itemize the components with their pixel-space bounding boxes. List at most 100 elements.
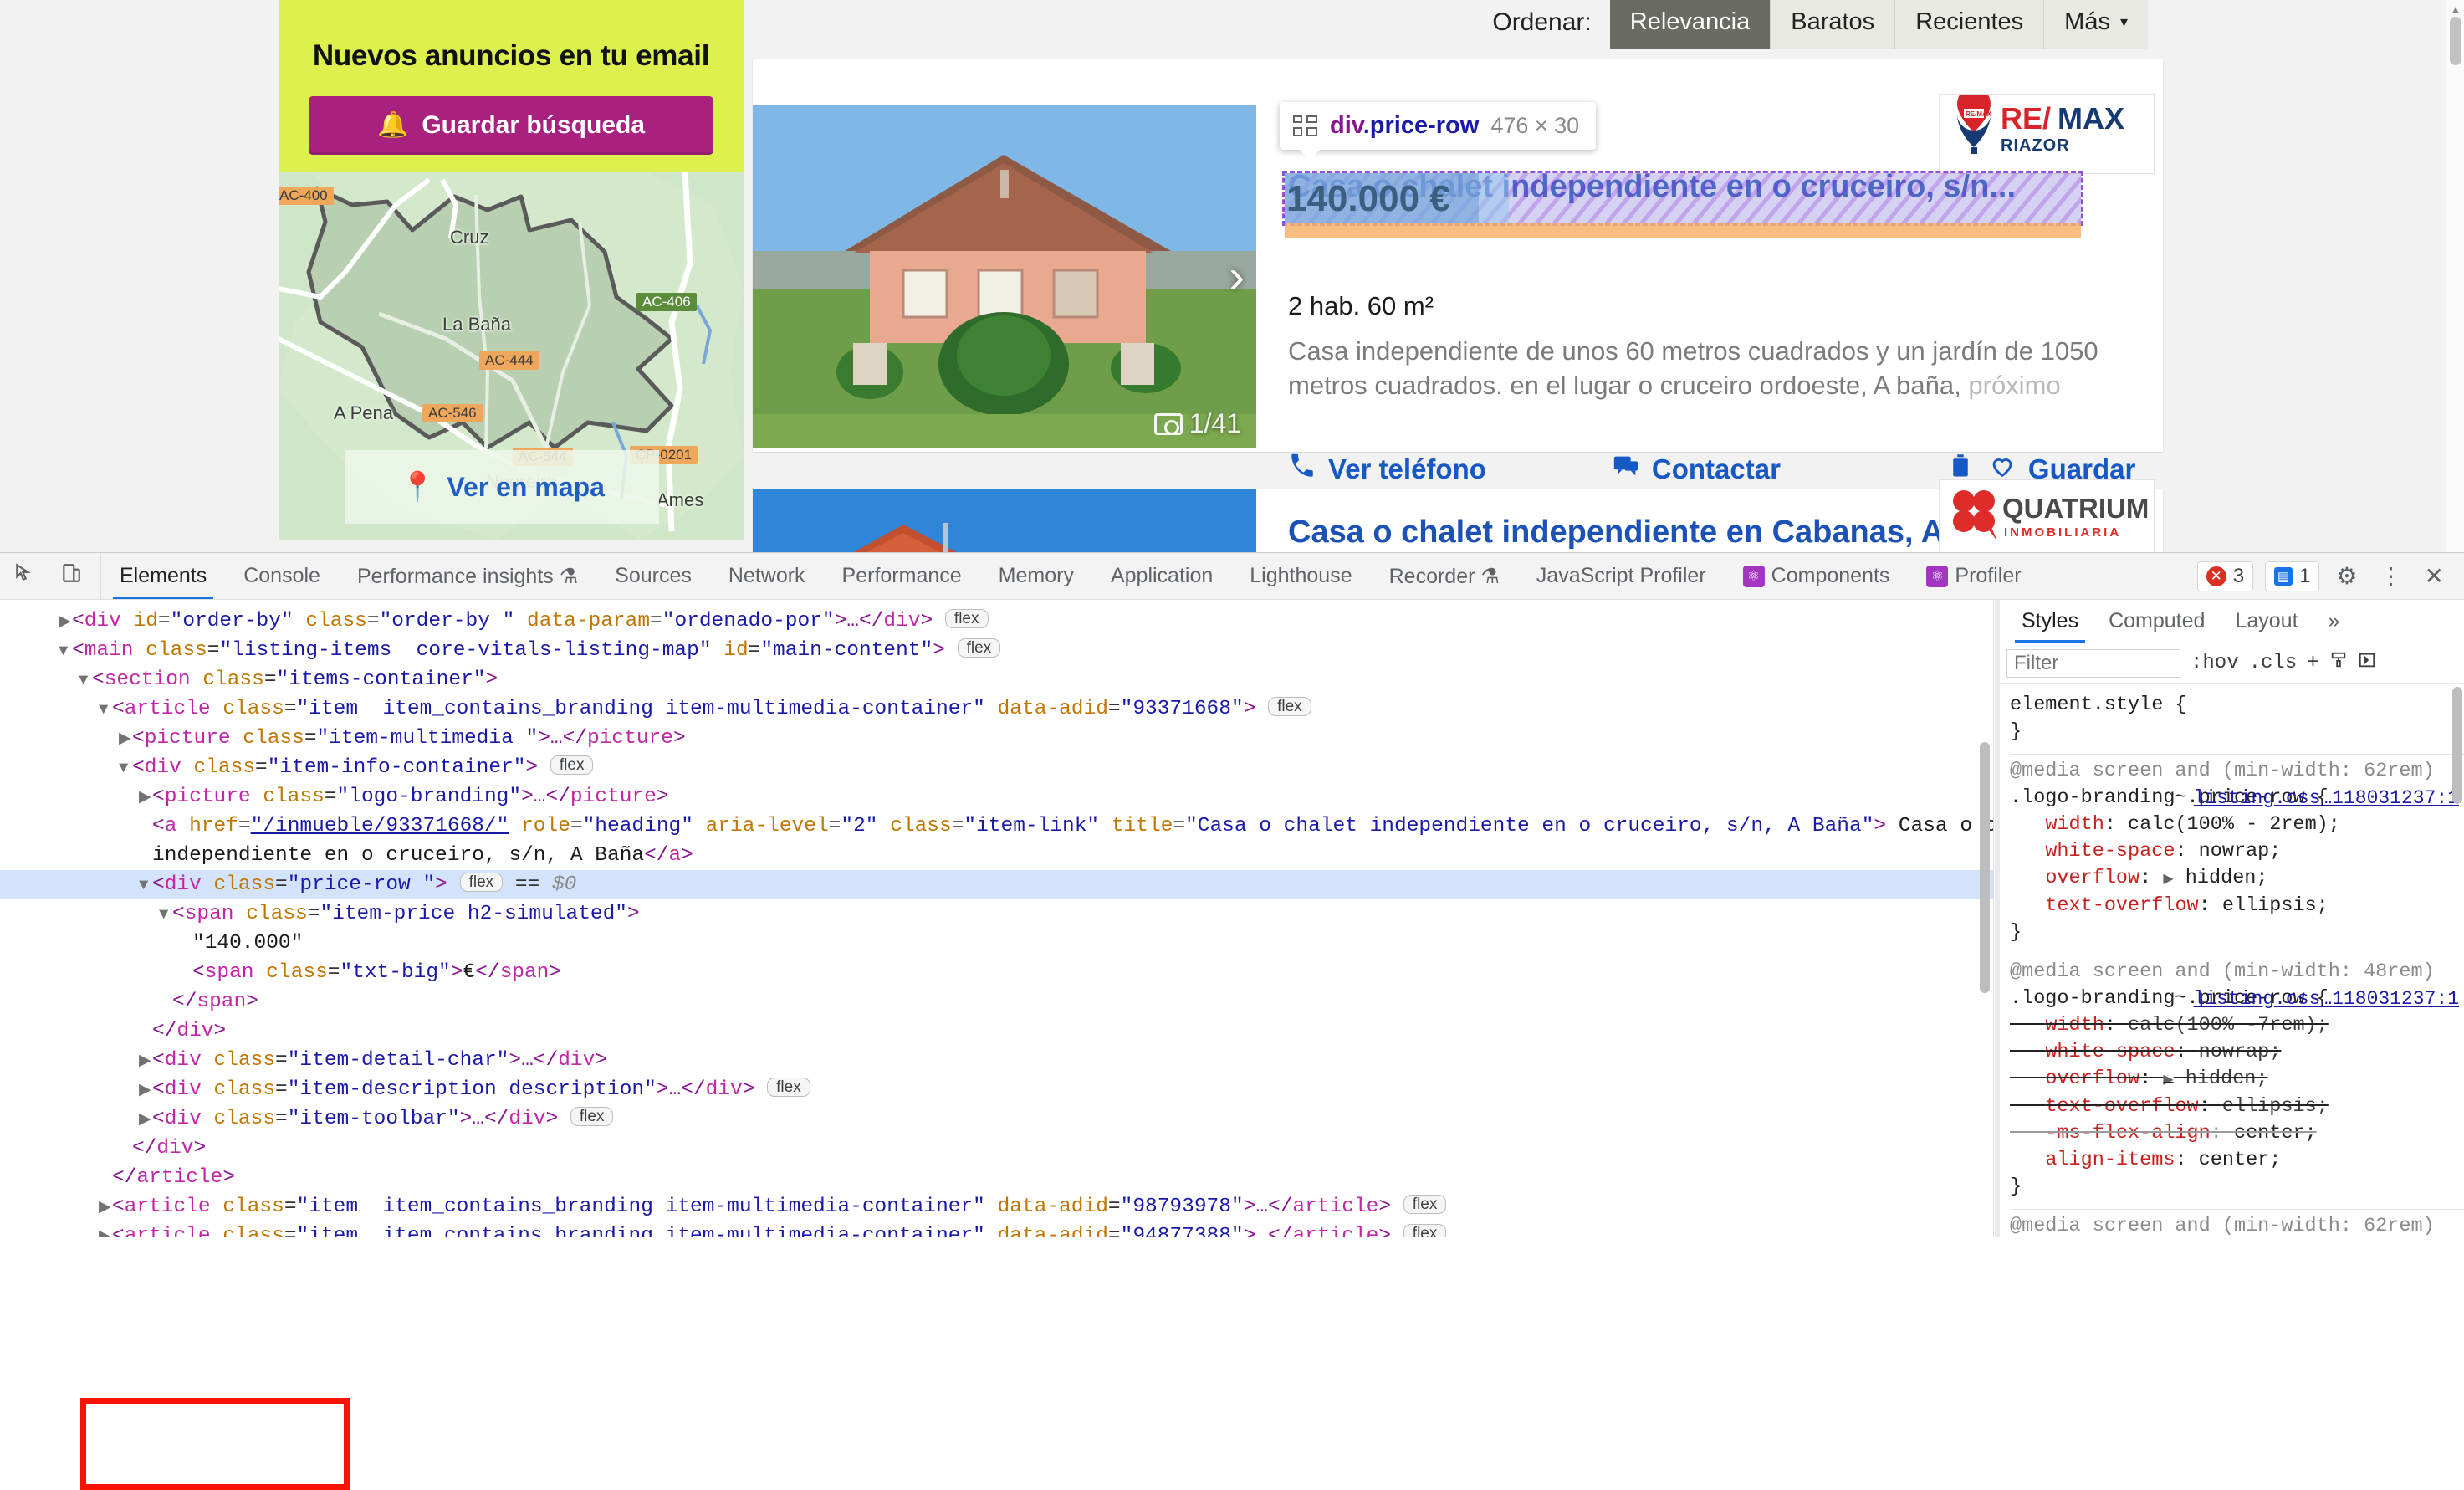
devtools-tab-memory[interactable]: Memory bbox=[980, 553, 1092, 599]
style-filter-input[interactable] bbox=[2006, 648, 2180, 678]
dom-tree-twisty[interactable]: ▼ bbox=[119, 754, 132, 783]
dom-tree-twisty[interactable]: ▼ bbox=[139, 871, 152, 900]
style-property[interactable]: width bbox=[2045, 813, 2104, 836]
devtools-tab-lighthouse[interactable]: Lighthouse bbox=[1231, 553, 1370, 599]
dom-tree-row[interactable]: ▼ <section class="items-container"> bbox=[0, 665, 1993, 694]
vertelfono-action[interactable]: Ver teléfono bbox=[1288, 452, 1486, 487]
dom-tree-row[interactable]: </div> bbox=[0, 1016, 1993, 1046]
dom-tree-row[interactable]: ▶<div id="order-by" class="order-by " da… bbox=[0, 607, 1993, 636]
style-property[interactable]: -ms-flex-align bbox=[2045, 1122, 2210, 1144]
style-property[interactable]: align-items bbox=[2045, 1149, 2175, 1171]
flex-badge[interactable]: flex bbox=[550, 755, 594, 775]
styles-scrollbar-thumb[interactable] bbox=[2452, 687, 2462, 804]
style-rule[interactable]: @media screen and (min-width: 48rem) .log… bbox=[2010, 955, 2464, 1210]
dom-tree-row[interactable]: <a href="/inmueble/93371668/" role="head… bbox=[0, 812, 1993, 841]
dom-tree-row[interactable]: ▼ <main class="listing-items core-vitals-… bbox=[0, 636, 1993, 665]
style-source-link[interactable]: listing.css…118031237:1 bbox=[2194, 785, 2459, 812]
expand-shorthand-icon[interactable]: ▶ bbox=[2163, 1073, 2173, 1088]
sort-option-ms[interactable]: Más ▾ bbox=[2044, 0, 2148, 49]
devtools-tab-network[interactable]: Network bbox=[710, 553, 824, 599]
dom-tree-row[interactable]: </article> bbox=[0, 1163, 1993, 1192]
dom-tree-twisty[interactable]: ▶ bbox=[99, 1193, 112, 1222]
dom-tree-row[interactable]: independiente en o cruceiro, s/n, A Baña… bbox=[0, 841, 1993, 870]
flex-badge[interactable]: flex bbox=[957, 638, 1001, 658]
view-on-map-button[interactable]: 📍 Ver en mapa bbox=[345, 450, 659, 524]
flex-badge[interactable]: flex bbox=[1268, 697, 1311, 716]
paint-icon[interactable] bbox=[2329, 651, 2348, 676]
devtools-tab-application[interactable]: Application bbox=[1092, 553, 1231, 599]
dom-tree-twisty[interactable]: ▶ bbox=[139, 1105, 152, 1134]
expand-shorthand-icon[interactable]: ▶ bbox=[2163, 872, 2173, 887]
style-value[interactable]: calc(100% -7rem); bbox=[2128, 1014, 2329, 1037]
dom-tree-twisty[interactable] bbox=[99, 1164, 112, 1193]
style-selector[interactable]: element.style { bbox=[2010, 692, 2464, 719]
style-declaration[interactable]: overflow: ▶ hidden; bbox=[2010, 1066, 2464, 1093]
devtools-tab-components[interactable]: ⚛ Components bbox=[1725, 553, 1909, 599]
style-selector[interactable]: .logo-branding~.price-row {listing.css…1… bbox=[2010, 986, 2464, 1012]
style-value[interactable]: center; bbox=[2199, 1149, 2282, 1171]
flex-badge[interactable]: flex bbox=[459, 873, 504, 892]
dom-tree-row[interactable]: </span> bbox=[0, 987, 1993, 1016]
style-declaration[interactable]: width: calc(100% -7rem); bbox=[2010, 1012, 2464, 1039]
style-rule[interactable]: @media screen and (min-width: 62rem) .log… bbox=[2010, 755, 2464, 955]
scroll-up-arrow[interactable]: ▲ bbox=[2451, 3, 2461, 15]
dom-tree-twisty[interactable]: ▼ bbox=[159, 900, 172, 929]
dom-tree[interactable]: ▶<div id="order-by" class="order-by " da… bbox=[0, 600, 1993, 1237]
dom-tree-twisty[interactable] bbox=[179, 959, 192, 988]
dom-tree-row[interactable]: ▼ <div class="price-row "> flex == $0 bbox=[0, 870, 1993, 899]
dom-tree-twisty[interactable] bbox=[119, 1134, 132, 1164]
style-property[interactable]: text-overflow bbox=[2045, 1095, 2198, 1118]
dom-tree-row[interactable]: ▶<picture class="logo-branding">…</pictu… bbox=[0, 782, 1993, 812]
sidebar-toggle-icon[interactable] bbox=[2358, 651, 2376, 676]
dom-tree-scrollbar-thumb[interactable] bbox=[1980, 742, 1990, 993]
dom-tree-row[interactable]: ▶<picture class="item-multimedia ">…</pi… bbox=[0, 724, 1993, 753]
dom-tree-twisty[interactable]: ▶ bbox=[59, 607, 72, 637]
dom-tree-twisty[interactable]: ▶ bbox=[139, 1047, 152, 1076]
devtools-tab-javascript[interactable]: JavaScript Profiler bbox=[1518, 553, 1725, 599]
flex-badge[interactable]: flex bbox=[570, 1107, 614, 1126]
devtools-tab-sources[interactable]: Sources bbox=[596, 553, 710, 599]
dom-tree-twisty[interactable] bbox=[179, 929, 192, 959]
dom-tree-row[interactable]: <span class="txt-big">€</span> bbox=[0, 958, 1993, 987]
inspect-element-icon[interactable] bbox=[8, 562, 40, 590]
styles-tab-layout[interactable]: Layout bbox=[2220, 600, 2313, 643]
style-value[interactable]: center; bbox=[2234, 1122, 2317, 1144]
style-property[interactable]: overflow bbox=[2045, 867, 2139, 889]
hover-state-button[interactable]: :hov bbox=[2191, 652, 2239, 674]
dom-tree-row[interactable]: "140.000" bbox=[0, 929, 1993, 958]
flex-badge[interactable]: flex bbox=[1403, 1195, 1447, 1214]
style-property[interactable]: overflow bbox=[2045, 1068, 2139, 1090]
new-style-rule-button[interactable]: + bbox=[2307, 652, 2318, 674]
kebab-menu-icon[interactable]: ⋮ bbox=[2375, 562, 2408, 590]
dom-tree-row[interactable]: ▶<article class="item item_contains_bran… bbox=[0, 1221, 1993, 1237]
style-rule[interactable]: element.style {} bbox=[2010, 689, 2464, 755]
gear-icon[interactable]: ⚙ bbox=[2331, 562, 2362, 590]
listing-photo[interactable] bbox=[753, 489, 1256, 552]
dom-tree-row[interactable]: ▶<div class="item-toolbar">…</div> flex bbox=[0, 1104, 1993, 1134]
styles-tab-[interactable]: » bbox=[2313, 600, 2355, 643]
devtools-tab-console[interactable]: Console bbox=[225, 553, 339, 599]
style-property[interactable]: white-space bbox=[2045, 1041, 2175, 1063]
style-declaration[interactable]: white-space: nowrap; bbox=[2010, 838, 2464, 865]
dom-tree-row[interactable]: ▼ <article class="item item_contains_bran… bbox=[0, 694, 1993, 724]
style-value[interactable]: hidden; bbox=[2185, 1068, 2268, 1090]
style-declaration[interactable]: align-items: center; bbox=[2010, 1147, 2464, 1174]
dom-tree-twisty[interactable]: ▼ bbox=[59, 637, 72, 666]
dom-tree-twisty[interactable] bbox=[139, 812, 152, 842]
style-declaration[interactable]: text-overflow: ellipsis; bbox=[2010, 893, 2464, 919]
flex-badge[interactable]: flex bbox=[944, 609, 989, 628]
dom-tree-pane[interactable]: ▶<div id="order-by" class="order-by " da… bbox=[0, 600, 1994, 1237]
style-value[interactable]: nowrap; bbox=[2199, 840, 2282, 863]
dom-tree-row[interactable]: ▶<article class="item item_contains_bran… bbox=[0, 1192, 1993, 1221]
class-editor-button[interactable]: .cls bbox=[2249, 652, 2298, 674]
style-value[interactable]: calc(100% - 2rem); bbox=[2128, 813, 2340, 836]
style-value[interactable]: nowrap; bbox=[2199, 1041, 2282, 1063]
style-property[interactable]: white-space bbox=[2045, 840, 2175, 863]
style-declaration[interactable]: width: calc(100% - 2rem); bbox=[2010, 812, 2464, 838]
dom-tree-twisty[interactable]: ▼ bbox=[79, 666, 92, 695]
dom-tree-twisty[interactable]: ▼ bbox=[99, 695, 112, 725]
style-selector[interactable]: .logo-branding~.price-row {listing.css…1… bbox=[2010, 785, 2464, 812]
devtools-tab-recorder[interactable]: Recorder ⚗ bbox=[1371, 553, 1518, 599]
dom-tree-twisty[interactable]: ▶ bbox=[99, 1222, 112, 1237]
save-search-button[interactable]: 🔔 Guardar búsqueda bbox=[309, 96, 713, 155]
